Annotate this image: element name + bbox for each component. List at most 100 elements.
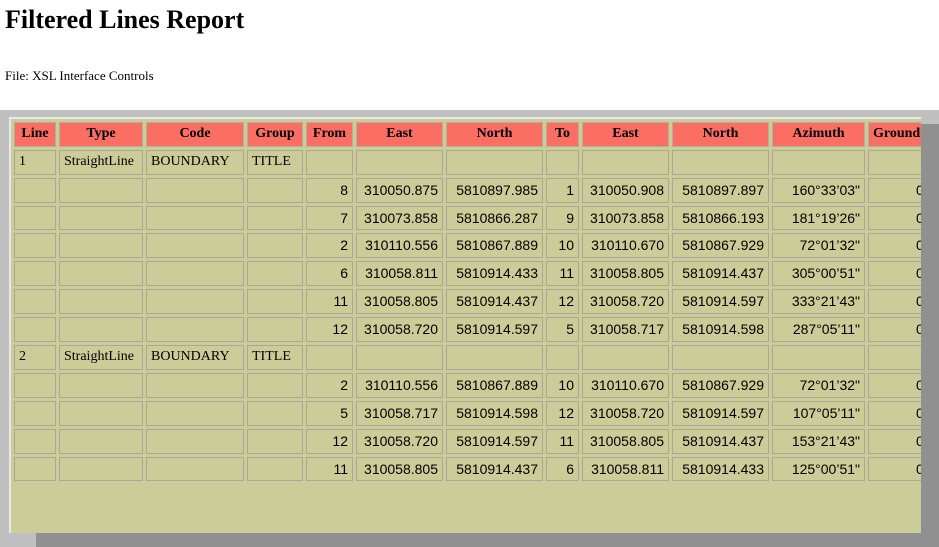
cell-empty bbox=[59, 177, 143, 203]
table-row: 8 310050.875 5810897.985 1 310050.908 5810897… bbox=[14, 177, 927, 203]
table-row: 7 310073.858 5810866.287 9 310073.858 5810866… bbox=[14, 205, 927, 231]
cell-empty bbox=[546, 345, 579, 370]
cell-ground-dist: 0.181 bbox=[868, 289, 927, 315]
cell-north1: 5810897.985 bbox=[446, 177, 543, 203]
cell-ground-dist: 0.004 bbox=[868, 317, 927, 343]
cell-from: 2 bbox=[306, 233, 353, 259]
cell-empty bbox=[582, 149, 669, 175]
cell-azimuth: 72°01’32" bbox=[772, 233, 865, 259]
column-header[interactable]: Ground Dist. bbox=[868, 122, 927, 147]
cell-azimuth: 72°01’32" bbox=[772, 372, 865, 398]
column-header[interactable]: Line bbox=[14, 122, 56, 147]
table-frame: Line Type Code Group From East North To East Nort… bbox=[9, 117, 929, 541]
cell-east2: 310058.805 bbox=[582, 428, 669, 454]
cell-north2: 5810867.929 bbox=[672, 372, 769, 398]
cell-empty bbox=[14, 372, 56, 398]
cell-empty bbox=[59, 400, 143, 426]
cell-ground-dist: 0.121 bbox=[868, 233, 927, 259]
scrollbar-corner-left bbox=[0, 533, 36, 547]
cell-east2: 310073.858 bbox=[582, 205, 669, 231]
cell-azimuth: 160°33’03" bbox=[772, 177, 865, 203]
cell-ground-dist: 0.121 bbox=[868, 372, 927, 398]
cell-empty bbox=[868, 345, 927, 370]
cell-empty bbox=[146, 205, 244, 231]
table-row: 11 310058.805 5810914.437 6 310058.811 581091… bbox=[14, 456, 927, 482]
cell-from: 12 bbox=[306, 317, 353, 343]
cell-azimuth: 181°19’26" bbox=[772, 205, 865, 231]
cell-east1: 310050.875 bbox=[356, 177, 443, 203]
column-header[interactable]: North bbox=[446, 122, 543, 147]
cell-north1: 5810867.889 bbox=[446, 233, 543, 259]
column-header[interactable]: East bbox=[582, 122, 669, 147]
cell-empty bbox=[59, 289, 143, 315]
cell-empty bbox=[772, 149, 865, 175]
cell-north2: 5810914.437 bbox=[672, 428, 769, 454]
cell-north2: 5810914.433 bbox=[672, 456, 769, 482]
cell-east1: 310058.811 bbox=[356, 261, 443, 287]
cell-east2: 310058.805 bbox=[582, 261, 669, 287]
cell-east1: 310110.556 bbox=[356, 372, 443, 398]
cell-empty bbox=[306, 149, 353, 175]
cell-empty bbox=[59, 372, 143, 398]
cell-empty bbox=[14, 456, 56, 482]
cell-to: 11 bbox=[546, 261, 579, 287]
column-header[interactable]: Type bbox=[59, 122, 143, 147]
cell-empty bbox=[247, 177, 303, 203]
cell-empty bbox=[247, 233, 303, 259]
column-header[interactable]: North bbox=[672, 122, 769, 147]
cell-empty bbox=[146, 428, 244, 454]
cell-east1: 310073.858 bbox=[356, 205, 443, 231]
cell-empty bbox=[446, 345, 543, 370]
cell-azimuth: 333°21’43" bbox=[772, 289, 865, 315]
cell-empty bbox=[247, 205, 303, 231]
column-header[interactable]: From bbox=[306, 122, 353, 147]
vertical-scrollbar[interactable] bbox=[921, 110, 939, 547]
cell-empty bbox=[59, 233, 143, 259]
horizontal-scrollbar[interactable] bbox=[0, 533, 939, 547]
cell-empty bbox=[14, 177, 56, 203]
cell-empty bbox=[14, 317, 56, 343]
cell-empty bbox=[14, 400, 56, 426]
cell-empty bbox=[146, 372, 244, 398]
table-body: 1 StraightLine BOUNDARY TITLE 8 310050.875 581… bbox=[14, 149, 927, 482]
table-row: 2 310110.556 5810867.889 10 310110.670 581086… bbox=[14, 372, 927, 398]
cell-to: 1 bbox=[546, 177, 579, 203]
cell-north2: 5810914.597 bbox=[672, 289, 769, 315]
cell-empty bbox=[14, 289, 56, 315]
cell-to: 11 bbox=[546, 428, 579, 454]
line-group-row: 2 StraightLine BOUNDARY TITLE bbox=[14, 345, 927, 370]
cell-north1: 5810866.287 bbox=[446, 205, 543, 231]
cell-empty bbox=[146, 289, 244, 315]
cell-empty bbox=[14, 261, 56, 287]
cell-east1: 310110.556 bbox=[356, 233, 443, 259]
cell-north2: 5810914.437 bbox=[672, 261, 769, 287]
line-group-row: 1 StraightLine BOUNDARY TITLE bbox=[14, 149, 927, 175]
cell-north1: 5810867.889 bbox=[446, 372, 543, 398]
cell-empty bbox=[672, 345, 769, 370]
cell-empty bbox=[868, 149, 927, 175]
cell-east1: 310058.717 bbox=[356, 400, 443, 426]
cell-east1: 310058.805 bbox=[356, 289, 443, 315]
column-header[interactable]: East bbox=[356, 122, 443, 147]
scrollbar-corner bbox=[921, 110, 939, 124]
cell-north1: 5810914.598 bbox=[446, 400, 543, 426]
cell-empty bbox=[247, 400, 303, 426]
cell-code: BOUNDARY bbox=[146, 149, 244, 175]
cell-code: BOUNDARY bbox=[146, 345, 244, 370]
column-header[interactable]: Azimuth bbox=[772, 122, 865, 147]
table-row: 12 310058.720 5810914.597 11 310058.805 58109… bbox=[14, 428, 927, 454]
cell-empty bbox=[146, 317, 244, 343]
cell-azimuth: 125°00’51" bbox=[772, 456, 865, 482]
cell-empty bbox=[247, 372, 303, 398]
cell-from: 6 bbox=[306, 261, 353, 287]
column-header[interactable]: Code bbox=[146, 122, 244, 147]
column-header[interactable]: Group bbox=[247, 122, 303, 147]
column-header[interactable]: To bbox=[546, 122, 579, 147]
cell-ground-dist: 0.095 bbox=[868, 205, 927, 231]
cell-from: 8 bbox=[306, 177, 353, 203]
cell-azimuth: 287°05’11" bbox=[772, 317, 865, 343]
cell-empty bbox=[546, 149, 579, 175]
cell-azimuth: 305°00’51" bbox=[772, 261, 865, 287]
cell-empty bbox=[772, 345, 865, 370]
cell-empty bbox=[356, 149, 443, 175]
